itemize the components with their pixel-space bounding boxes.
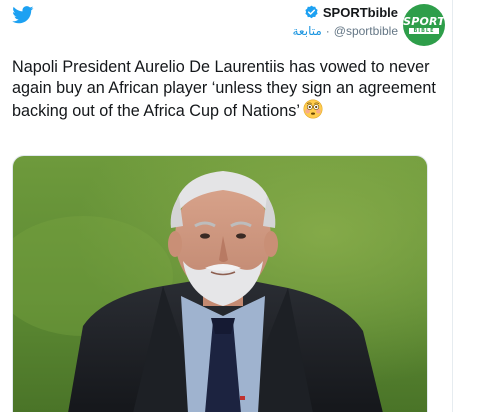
author-name[interactable]: SPORTbible (323, 5, 398, 20)
author-handle-row: متابعة · @sportbible (293, 24, 399, 38)
flushed-face-emoji-icon (303, 99, 323, 119)
avatar-logo-text: SPORT (403, 15, 445, 28)
avatar-logo-subtext: BIBLE (409, 28, 439, 34)
avatar[interactable]: SPORT BIBLE (403, 4, 445, 46)
timeline-gutter (453, 0, 480, 412)
author-handle[interactable]: @sportbible (334, 24, 398, 38)
twitter-bird-icon[interactable] (12, 6, 34, 24)
separator-dot: · (325, 24, 330, 38)
author-name-row[interactable]: SPORTbible (304, 5, 398, 20)
tweet-media-photo[interactable] (12, 155, 428, 412)
tweet-card: SPORTbible متابعة · @sportbible SPORT BI… (0, 0, 452, 412)
tweet-text: Napoli President Aurelio De Laurentiis h… (12, 58, 436, 120)
follow-link[interactable]: متابعة (293, 24, 322, 38)
tweet-text-block: Napoli President Aurelio De Laurentiis h… (12, 57, 437, 122)
verified-badge-icon (304, 5, 319, 20)
